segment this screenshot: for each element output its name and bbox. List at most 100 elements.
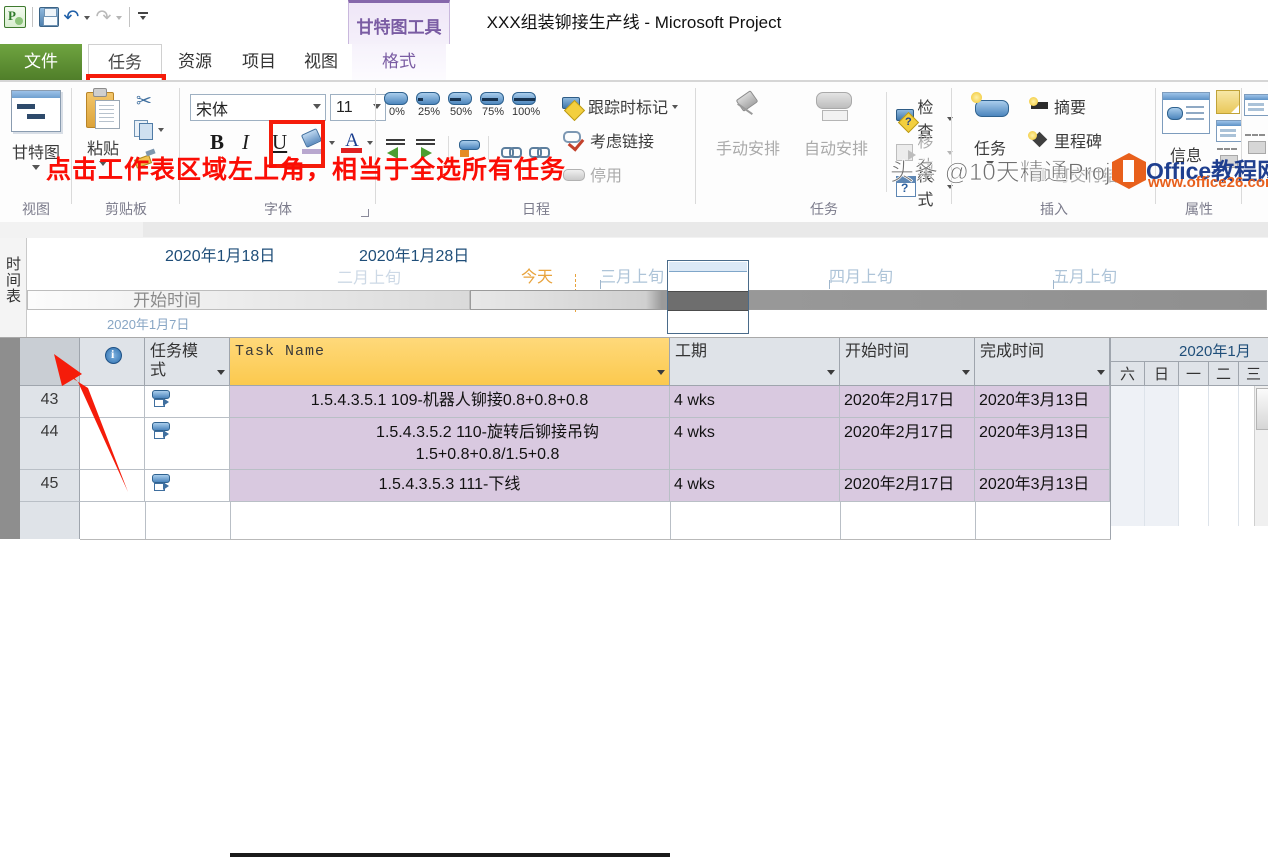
cell-task-name-43[interactable]: 1.5.4.3.5.1 109-机器人铆接0.8+0.8+0.8 [230, 386, 670, 418]
auto-schedule-button[interactable]: 自动安排 [794, 90, 878, 159]
cell-finish-44[interactable]: 2020年3月13日 [975, 418, 1110, 470]
progress-100-button[interactable]: 100% [512, 92, 540, 118]
cell-indicator-45[interactable] [80, 470, 145, 502]
progress-25-button[interactable]: 25% [416, 92, 442, 118]
timeline-side-label[interactable]: 时间表 [0, 238, 27, 337]
row-header-44[interactable]: 44 [20, 418, 80, 470]
font-color-dropdown-icon[interactable] [367, 139, 374, 146]
summary-task-button[interactable]: 摘要 [1028, 94, 1086, 118]
cell-indicator-44[interactable] [80, 418, 145, 470]
progress-75-button[interactable]: 75% [480, 92, 506, 118]
tab-format[interactable]: 格式 [352, 44, 446, 82]
clipped-icon-1[interactable] [1244, 94, 1268, 116]
cell-task-mode-43[interactable] [145, 386, 230, 418]
timeline-start-caption: 开始时间 [133, 291, 201, 310]
timeline-selected-block[interactable] [667, 260, 749, 334]
cell-start-45-text: 2020年2月17日 [844, 476, 955, 493]
cell-finish-45[interactable]: 2020年3月13日 [975, 470, 1110, 502]
paste-icon [86, 88, 120, 129]
copy-dropdown-icon[interactable] [158, 126, 165, 133]
column-header-duration-label: 工期 [675, 343, 708, 360]
empty-row-area[interactable] [80, 502, 1111, 540]
gantt-column-mon[interactable] [1179, 386, 1209, 526]
timeline-start-date: 2020年1月7日 [107, 317, 190, 332]
column-header-finish[interactable]: 完成时间 [975, 338, 1110, 386]
milestone-button[interactable]: 里程碑 [1028, 128, 1102, 152]
task-mode-filter-icon[interactable] [217, 370, 225, 375]
auto-scheduled-icon [151, 474, 173, 494]
manually-schedule-icon [728, 90, 768, 128]
respect-mark-button[interactable]: 跟踪时标记 [562, 94, 679, 118]
cell-indicator-43[interactable] [80, 386, 145, 418]
tab-view[interactable]: 视图 [290, 44, 352, 82]
watermark-text: 头条 @10天精通Project [890, 159, 1143, 187]
respect-mark-dropdown-icon[interactable] [672, 103, 679, 110]
cell-task-mode-45[interactable] [145, 470, 230, 502]
column-header-duration[interactable]: 工期 [670, 338, 840, 386]
cell-task-name-44[interactable]: 1.5.4.3.5.2 110-旋转后铆接吊钩 1.5+0.8+0.8/1.5+… [230, 418, 670, 470]
empty-row-divider-5 [975, 502, 976, 539]
respect-links-button[interactable]: 考虑链接 [562, 128, 654, 152]
column-header-start[interactable]: 开始时间 [840, 338, 975, 386]
progress-50-icon [448, 92, 472, 105]
timeline-range-start: 2020年1月18日 [165, 248, 276, 265]
gantt-scrollbar-thumb[interactable] [1256, 388, 1268, 430]
duration-filter-icon[interactable] [827, 370, 835, 375]
cell-start-43[interactable]: 2020年2月17日 [840, 386, 975, 418]
details-pane-button[interactable] [1216, 120, 1242, 142]
background-color-dropdown-icon[interactable] [329, 139, 336, 146]
tab-task[interactable]: 任务 [88, 44, 162, 82]
tab-resource[interactable]: 资源 [162, 44, 228, 82]
column-header-task-name[interactable]: Task Name [230, 338, 670, 386]
gantt-chart-icon [11, 90, 61, 132]
progress-0-button[interactable]: 0% [384, 92, 410, 118]
gantt-chart-dropdown-icon[interactable] [32, 165, 40, 170]
cell-start-43-text: 2020年2月17日 [844, 392, 955, 409]
cell-task-mode-44[interactable] [145, 418, 230, 470]
cell-duration-44-text: 4 wks [674, 424, 715, 441]
milestone-label: 里程碑 [1054, 134, 1103, 151]
cell-duration-44[interactable]: 4 wks [670, 418, 840, 470]
copy-button[interactable] [134, 120, 165, 140]
gantt-vertical-scrollbar[interactable] [1254, 386, 1268, 526]
tab-file[interactable]: 文件 [0, 44, 82, 82]
task-name-filter-icon[interactable] [657, 370, 665, 375]
column-header-indicators[interactable] [80, 338, 145, 386]
cell-start-44[interactable]: 2020年2月17日 [840, 418, 975, 470]
ribbon-tab-strip: 文件 任务 资源 项目 视图 格式 [0, 44, 1268, 122]
progress-50-button[interactable]: 50% [448, 92, 474, 118]
cut-button[interactable]: ✂ [134, 92, 154, 112]
row-header-43[interactable]: 43 [20, 386, 80, 418]
today-label: 今天 [521, 269, 554, 286]
timeline-body[interactable]: 2020年1月18日 2020年1月28日 二月上旬 三月上旬 四月上旬 五月上… [27, 238, 1268, 337]
start-filter-icon[interactable] [962, 370, 970, 375]
progress-25-icon [416, 92, 440, 105]
cell-task-name-45[interactable]: 1.5.4.3.5.3 111-下线 [230, 470, 670, 502]
cell-duration-43[interactable]: 4 wks [670, 386, 840, 418]
cell-duration-45[interactable]: 4 wks [670, 470, 840, 502]
summary-task-label: 摘要 [1054, 100, 1087, 117]
timeline-bar[interactable] [470, 290, 1267, 310]
manually-schedule-button[interactable]: 手动安排 [706, 90, 790, 159]
contextual-tab-group-label: 甘特图工具 [356, 18, 442, 37]
cell-start-44-text: 2020年2月17日 [844, 424, 955, 441]
progress-25-label: 25% [417, 106, 441, 118]
column-header-task-mode[interactable]: 任务模式 [145, 338, 230, 386]
cell-finish-43[interactable]: 2020年3月13日 [975, 386, 1110, 418]
row-header-next[interactable] [20, 502, 80, 539]
timeline-tick-label-mar: 三月上旬 [600, 269, 665, 286]
respect-links-label: 考虑链接 [590, 134, 655, 151]
font-name-dropdown-icon[interactable] [313, 104, 321, 109]
tab-project[interactable]: 项目 [228, 44, 290, 82]
timeline-selected-block-cap [669, 262, 747, 272]
select-all-corner-button[interactable] [20, 338, 80, 386]
gantt-column-sat[interactable] [1111, 386, 1145, 526]
row-header-45[interactable]: 45 [20, 470, 80, 502]
scissors-cut-icon: ✂ [136, 91, 152, 112]
font-name-input[interactable]: 宋体 [190, 94, 326, 121]
notes-button[interactable] [1216, 90, 1240, 114]
gantt-column-sun[interactable] [1145, 386, 1179, 526]
finish-filter-icon[interactable] [1097, 370, 1105, 375]
cell-start-45[interactable]: 2020年2月17日 [840, 470, 975, 502]
gantt-column-tue[interactable] [1209, 386, 1239, 526]
